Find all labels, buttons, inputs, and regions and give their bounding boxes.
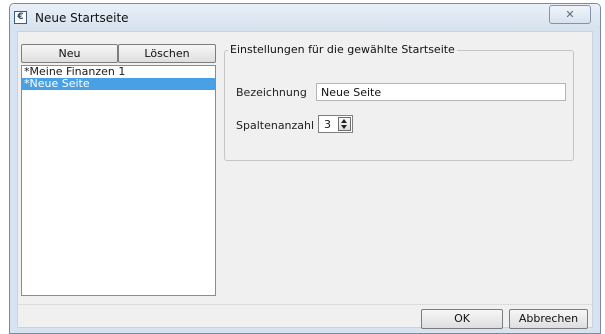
name-input[interactable] xyxy=(316,83,566,101)
list-item[interactable]: *Neue Seite xyxy=(22,78,215,90)
columns-stepper[interactable]: 3 xyxy=(318,115,353,133)
delete-button[interactable]: Löschen xyxy=(118,44,216,63)
dialog-content: Neu Löschen *Meine Finanzen 1 *Neue Seit… xyxy=(17,31,593,329)
columns-label: Spaltenanzahl xyxy=(236,119,315,132)
close-button[interactable]: ✕ xyxy=(549,5,591,24)
desktop-margin xyxy=(0,0,8,334)
columns-value[interactable]: 3 xyxy=(324,118,331,131)
window-title: Neue Startseite xyxy=(35,11,129,25)
cancel-button[interactable]: Abbrechen xyxy=(509,309,588,329)
close-icon: ✕ xyxy=(565,8,575,21)
footer-divider xyxy=(18,304,592,305)
stepper-buttons[interactable] xyxy=(338,117,351,131)
name-label: Bezeichnung xyxy=(236,86,307,99)
arrow-up-icon[interactable] xyxy=(341,119,347,123)
settings-group-title: Einstellungen für die gewählte Startseit… xyxy=(228,43,457,56)
ok-button[interactable]: OK xyxy=(421,309,503,329)
euro-icon: € xyxy=(14,11,27,24)
arrow-down-icon[interactable] xyxy=(341,125,347,129)
settings-group: Einstellungen für die gewählte Startseit… xyxy=(224,43,574,161)
new-button[interactable]: Neu xyxy=(21,44,118,63)
new-startpage-dialog: € Neue Startseite ✕ Neu Löschen *Meine F… xyxy=(9,3,601,334)
title-bar[interactable]: € Neue Startseite ✕ xyxy=(10,4,600,32)
startpage-list[interactable]: *Meine Finanzen 1 *Neue Seite xyxy=(21,65,216,296)
